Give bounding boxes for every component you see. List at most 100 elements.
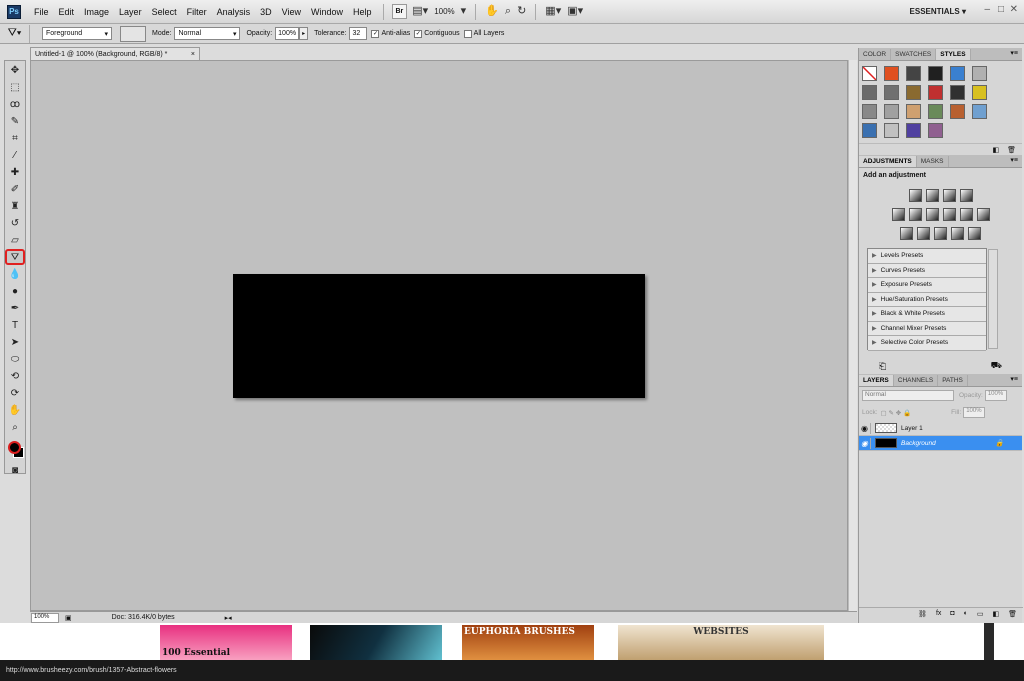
threshold-icon[interactable] — [934, 227, 947, 240]
browser-scrollbar[interactable] — [984, 623, 994, 660]
style-swatch[interactable] — [972, 104, 987, 119]
all-layers-checkbox[interactable] — [463, 29, 472, 38]
screen-mode-icon[interactable]: ▣▾ — [567, 6, 583, 17]
visibility-eye-icon[interactable]: ◉ — [859, 422, 871, 434]
panel-menu-icon[interactable]: ▾≡ — [1010, 375, 1018, 383]
preset-item[interactable]: ▶ Selective Color Presets — [868, 336, 986, 351]
lasso-tool-icon[interactable]: ꝏ — [5, 96, 25, 112]
style-swatch[interactable] — [906, 66, 921, 81]
tab-swatches[interactable]: SWATCHES — [891, 49, 937, 60]
photo-filter-icon[interactable] — [959, 208, 973, 221]
workspace-switcher[interactable]: ESSENTIALS ▾ — [910, 7, 966, 16]
style-swatch[interactable] — [950, 66, 965, 81]
style-swatch[interactable] — [862, 123, 877, 138]
eyedropper-tool-icon[interactable]: ⁄ — [5, 147, 25, 163]
style-swatch[interactable] — [928, 66, 943, 81]
minimize-icon[interactable]: – — [984, 4, 990, 15]
style-swatch[interactable] — [972, 85, 987, 100]
preset-item[interactable]: ▶ Exposure Presets — [868, 278, 986, 293]
tab-paths[interactable]: PATHS — [938, 375, 968, 386]
move-tool-icon[interactable]: ✥ — [5, 62, 25, 78]
quick-selection-tool-icon[interactable]: ✎ — [5, 113, 25, 129]
menu-edit[interactable]: Edit — [54, 0, 80, 24]
zoom-tool-icon[interactable]: ⌕ — [505, 6, 511, 17]
canvas-area[interactable] — [30, 60, 848, 611]
type-tool-icon[interactable]: T — [5, 317, 25, 333]
tab-color[interactable]: COLOR — [859, 49, 892, 60]
style-swatch[interactable] — [928, 85, 943, 100]
menu-help[interactable]: Help — [348, 0, 377, 24]
brush-thumbnail[interactable]: 100 Essential — [160, 625, 292, 660]
menu-file[interactable]: File — [29, 0, 54, 24]
preset-item[interactable]: ▶ Hue/Saturation Presets — [868, 292, 986, 307]
style-swatch[interactable] — [928, 123, 943, 138]
vibrance-icon[interactable] — [891, 208, 905, 221]
style-swatch[interactable] — [862, 104, 877, 119]
hue-saturation-icon[interactable] — [908, 208, 922, 221]
fill-source-select[interactable]: Foreground ▾ — [42, 27, 112, 40]
tab-styles[interactable]: STYLES — [936, 49, 971, 60]
style-swatch[interactable] — [950, 85, 965, 100]
document-canvas[interactable] — [233, 274, 645, 398]
3d-rotate-tool-icon[interactable]: ⟲ — [5, 368, 25, 384]
bridge-button[interactable]: Br — [391, 4, 408, 19]
new-group-icon[interactable]: ▭ — [977, 610, 984, 618]
new-style-icon[interactable]: ◧ — [992, 146, 999, 154]
curves-icon[interactable] — [942, 189, 956, 202]
healing-brush-tool-icon[interactable]: ✚ — [5, 164, 25, 180]
new-layer-icon[interactable]: ◧ — [992, 610, 999, 618]
style-swatch[interactable] — [928, 104, 943, 119]
posterize-icon[interactable] — [917, 227, 930, 240]
preset-item[interactable]: ▶ Levels Presets — [868, 249, 986, 264]
lock-icons[interactable]: ▢ ✎ ✥ 🔒 — [881, 409, 912, 417]
style-swatch[interactable] — [884, 85, 899, 100]
eraser-tool-icon[interactable]: ▱ — [5, 232, 25, 248]
style-swatch[interactable] — [862, 85, 877, 100]
menu-image[interactable]: Image — [79, 0, 114, 24]
arrange-documents-icon[interactable]: ▦▾ — [545, 6, 561, 17]
marquee-tool-icon[interactable]: ⬚ — [5, 79, 25, 95]
ellipse-tool-icon[interactable]: ⬭ — [5, 351, 25, 367]
path-selection-tool-icon[interactable]: ➤ — [5, 334, 25, 350]
history-brush-tool-icon[interactable]: ↺ — [5, 215, 25, 231]
tab-masks[interactable]: MASKS — [917, 156, 949, 167]
tolerance-input[interactable]: 32 — [349, 27, 368, 40]
style-swatch[interactable] — [884, 104, 899, 119]
layer-opacity-input[interactable]: 100% — [984, 390, 1007, 401]
delete-layer-icon[interactable]: 🗑 — [1008, 610, 1017, 618]
close-icon[interactable]: ✕ — [1010, 4, 1018, 15]
channel-mixer-icon[interactable] — [976, 208, 990, 221]
new-adjustment-icon[interactable]: ◐ — [964, 610, 968, 617]
color-balance-icon[interactable] — [925, 208, 939, 221]
add-mask-icon[interactable]: ◘ — [950, 610, 954, 617]
preset-item[interactable]: ▶ Channel Mixer Presets — [868, 321, 986, 336]
antialias-checkbox[interactable]: ✓ — [371, 29, 380, 38]
style-swatch[interactable] — [906, 104, 921, 119]
style-swatch[interactable] — [862, 66, 877, 81]
zoom-field[interactable]: 100% — [31, 612, 59, 623]
panel-menu-icon[interactable]: ▾≡ — [1010, 156, 1018, 164]
pattern-picker[interactable] — [120, 25, 146, 42]
status-menu-icon[interactable]: ▸◂ — [225, 614, 232, 622]
panel-menu-icon[interactable]: ▾≡ — [1010, 49, 1018, 57]
brightness-contrast-icon[interactable] — [908, 189, 922, 202]
preset-item[interactable]: ▶ Curves Presets — [868, 263, 986, 278]
link-layers-icon[interactable]: ⛓ — [918, 610, 927, 618]
zoom-tool-icon[interactable]: ⌕ — [5, 419, 25, 435]
layer-row[interactable]: ◉ Layer 1 — [859, 421, 1022, 436]
clip-to-layer-icon[interactable]: ⛟ — [991, 360, 1002, 372]
black-white-icon[interactable] — [942, 208, 956, 221]
brush-tool-icon[interactable]: ✐ — [5, 181, 25, 197]
gradient-map-icon[interactable] — [951, 227, 964, 240]
color-swatches[interactable] — [5, 439, 25, 461]
clone-stamp-tool-icon[interactable]: ♜ — [5, 198, 25, 214]
layer-row-selected[interactable]: ◉ Background 🔒 — [859, 436, 1022, 451]
layer-style-icon[interactable]: fx — [936, 610, 941, 617]
maximize-icon[interactable]: □ — [998, 4, 1004, 15]
tab-layers[interactable]: LAYERS — [859, 375, 894, 386]
menu-window[interactable]: Window — [306, 0, 348, 24]
zoom-level-menu[interactable]: 100% — [434, 7, 454, 16]
3d-orbit-tool-icon[interactable]: ⟳ — [5, 385, 25, 401]
exposure-icon[interactable] — [959, 189, 973, 202]
menu-select[interactable]: Select — [147, 0, 182, 24]
